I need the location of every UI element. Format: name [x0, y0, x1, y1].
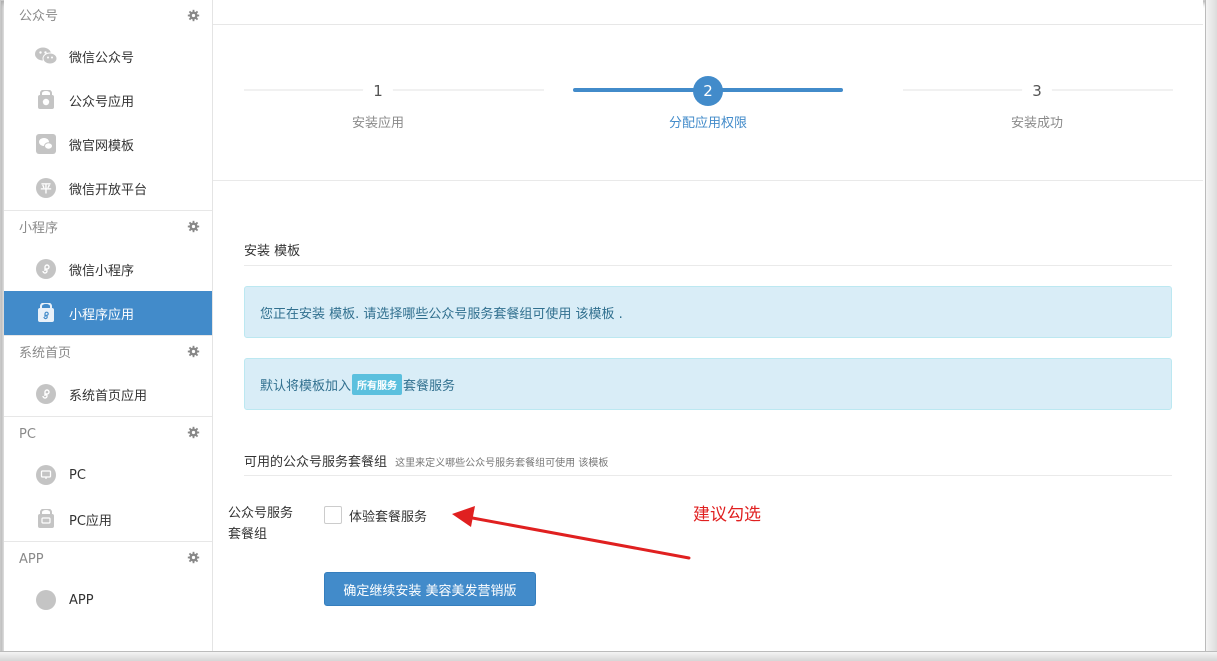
gear-icon[interactable] [187, 220, 200, 233]
sidebar-group-header: 系统首页 [4, 336, 212, 372]
trial-package-checkbox[interactable] [324, 506, 342, 524]
sidebar-group-pc: PC PC PC应用 [4, 417, 212, 542]
info-alert-text: 您正在安装 模板. 请选择哪些公众号服务套餐组可使用 该模板 . [260, 306, 623, 322]
miniprogram-icon [35, 258, 57, 280]
monitor-icon [35, 464, 57, 486]
sidebar-item-label: APP [69, 592, 94, 608]
sidebar-group-title: PC [19, 427, 36, 442]
sidebar-item-wechat-miniprogram[interactable]: 微信小程序 [4, 247, 212, 291]
sidebar-item-pc[interactable]: PC [4, 453, 212, 497]
sidebar-group-title: 公众号 [19, 9, 59, 24]
step-2-label: 分配应用权限 [668, 116, 747, 131]
step-1-number: 1 [363, 76, 393, 106]
sidebar-item-app[interactable]: APP [4, 578, 212, 622]
window-edge-right [1205, 0, 1217, 661]
groups-section-title-text: 可用的公众号服务套餐组 [244, 455, 388, 470]
platform-icon: 平 [35, 177, 57, 199]
sidebar-group-gongzhonghao: 公众号 微信公众号 公众号应用 微官网模板 平 微信开放平台 [4, 0, 212, 211]
sidebar-group-header: PC [4, 417, 212, 453]
sidebar-group-title: 系统首页 [19, 346, 72, 361]
groups-section-hint: 这里来定义哪些公众号服务套餐组可使用 该模板 [395, 458, 609, 469]
miniprogram-icon [35, 383, 57, 405]
sidebar-item-label: PC应用 [69, 513, 112, 529]
gear-icon[interactable] [187, 426, 200, 439]
sidebar-item-label: 小程序应用 [69, 307, 135, 323]
sidebar-item-label: 微信开放平台 [69, 182, 148, 198]
sidebar-group-app: APP APP [4, 542, 212, 622]
field-label-line2: 套餐组 [228, 527, 268, 542]
all-services-badge: 所有服务 [352, 373, 403, 395]
step-2-number: 2 [693, 76, 723, 106]
service-group-field-label: 公众号服务 套餐组 [228, 503, 308, 545]
step-3-number: 3 [1022, 76, 1052, 106]
confirm-install-button[interactable]: 确定继续安装 美容美发营销版 [324, 572, 536, 606]
sidebar-item-label: PC [69, 467, 86, 483]
sidebar-item-micro-site-template[interactable]: 微官网模板 [4, 122, 212, 166]
annotation-text: 建议勾选 [693, 505, 761, 525]
sidebar-item-system-home-apps[interactable]: 系统首页应用 [4, 372, 212, 416]
sidebar-group-miniprogram: 小程序 微信小程序 小程序应用 [4, 211, 212, 336]
sidebar: 公众号 微信公众号 公众号应用 微官网模板 平 微信开放平台 小程序 微信小程序 [4, 0, 213, 651]
main-content: 1 安装应用 2 分配应用权限 3 安装成功 安装 模板 您正在安装 模板. 请… [213, 0, 1203, 651]
monitor-bag-icon [35, 508, 57, 530]
sidebar-item-label: 微信公众号 [69, 50, 135, 66]
bag-icon [35, 89, 57, 111]
sidebar-group-system-home: 系统首页 系统首页应用 [4, 336, 212, 417]
sidebar-group-title: APP [19, 552, 44, 567]
sidebar-group-header: 公众号 [4, 0, 212, 34]
divider [244, 265, 1172, 266]
gear-icon[interactable] [187, 9, 200, 22]
window-edge-bottom [0, 651, 1217, 661]
sidebar-item-wechat-official[interactable]: 微信公众号 [4, 34, 212, 78]
step-3-label: 安装成功 [1010, 116, 1063, 131]
sidebar-item-label: 微官网模板 [69, 138, 135, 154]
sidebar-item-label: 系统首页应用 [69, 388, 148, 404]
default-alert-prefix: 默认将模板加入 [260, 378, 352, 394]
section-title: 安装 模板 [244, 244, 301, 259]
sidebar-item-official-apps[interactable]: 公众号应用 [4, 78, 212, 122]
sidebar-item-label: 微信小程序 [69, 263, 135, 279]
wechat-icon [35, 45, 57, 67]
sidebar-group-header: APP [4, 542, 212, 578]
gear-icon[interactable] [187, 345, 200, 358]
default-alert-suffix: 套餐服务 [403, 378, 456, 394]
trial-package-label[interactable]: 体验套餐服务 [349, 506, 427, 525]
groups-section-title: 可用的公众号服务套餐组 这里来定义哪些公众号服务套餐组可使用 该模板 [244, 451, 608, 470]
sidebar-item-open-platform[interactable]: 平 微信开放平台 [4, 166, 212, 210]
divider [213, 24, 1203, 25]
app-icon [35, 589, 57, 611]
gear-icon[interactable] [187, 551, 200, 564]
field-label-line1: 公众号服务 [228, 506, 294, 521]
sidebar-item-label: 公众号应用 [69, 94, 135, 110]
divider [244, 475, 1172, 476]
sidebar-group-title: 小程序 [19, 221, 59, 236]
sidebar-group-header: 小程序 [4, 211, 212, 247]
sidebar-item-pc-apps[interactable]: PC应用 [4, 497, 212, 541]
default-service-alert: 默认将模板加入 所有服务 套餐服务 [244, 358, 1172, 410]
miniprogram-bag-icon [35, 302, 57, 324]
step-1-label: 安装应用 [351, 116, 404, 131]
sidebar-item-miniprogram-apps[interactable]: 小程序应用 [4, 291, 212, 335]
step-line-1 [244, 89, 544, 91]
divider [213, 180, 1203, 181]
template-icon [35, 133, 57, 155]
info-alert: 您正在安装 模板. 请选择哪些公众号服务套餐组可使用 该模板 . [244, 286, 1172, 338]
